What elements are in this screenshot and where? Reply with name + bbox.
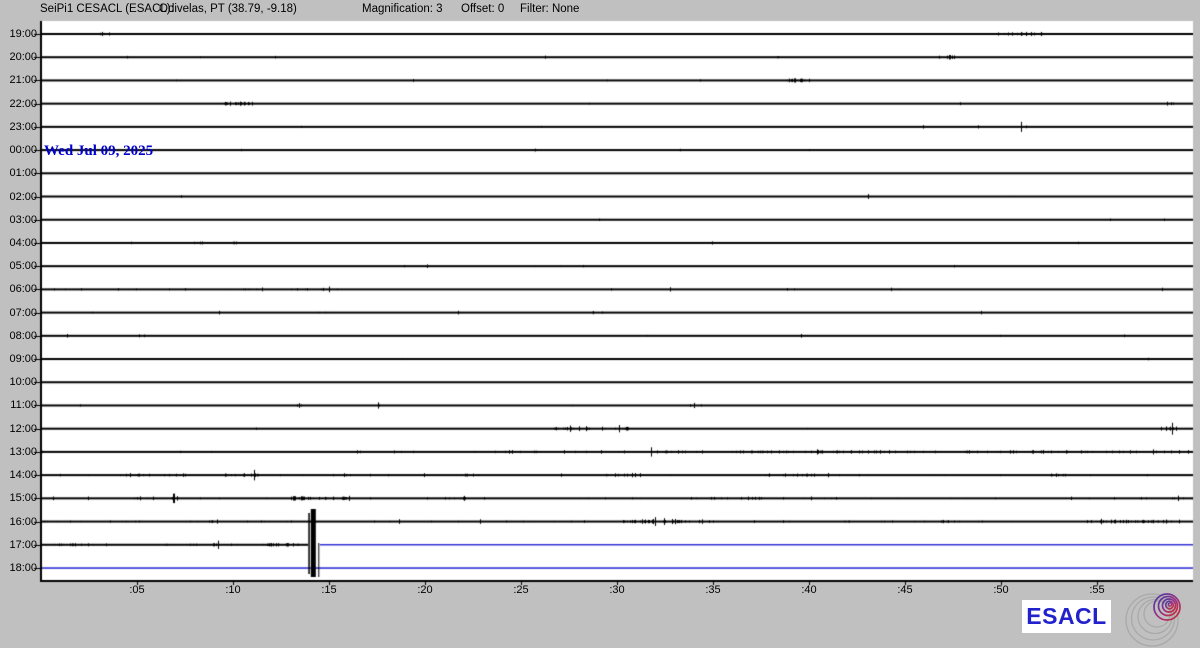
minute-tick-label: :40 bbox=[787, 584, 831, 596]
hour-label: 17:00 bbox=[0, 539, 37, 551]
hour-label: 23:00 bbox=[0, 121, 37, 133]
hour-label: 22:00 bbox=[0, 98, 37, 110]
minute-tick-label: :10 bbox=[211, 584, 255, 596]
minute-tick-label: :50 bbox=[979, 584, 1023, 596]
minute-tick-label: :20 bbox=[403, 584, 447, 596]
hour-label: 11:00 bbox=[0, 399, 37, 411]
logo-esacl: ESACL bbox=[1022, 600, 1111, 633]
hour-label: 08:00 bbox=[0, 330, 37, 342]
minute-tick-label: :45 bbox=[883, 584, 927, 596]
offset-label: Offset: 0 bbox=[461, 3, 504, 15]
hour-label: 04:00 bbox=[0, 237, 37, 249]
hour-label: 19:00 bbox=[0, 28, 37, 40]
date-marker: Wed Jul 09, 2025 bbox=[44, 143, 153, 160]
helicorder-app-window: SeiPi1 CESACL (ESACL): Odivelas, PT (38.… bbox=[0, 0, 1200, 648]
hour-label: 00:00 bbox=[0, 144, 37, 156]
hour-label: 05:00 bbox=[0, 260, 37, 272]
hour-label: 20:00 bbox=[0, 51, 37, 63]
minute-tick-label: :55 bbox=[1075, 584, 1119, 596]
station-location: Odivelas, PT (38.79, -9.18) bbox=[159, 3, 297, 15]
minute-tick-label: :25 bbox=[499, 584, 543, 596]
seismic-spiral-icon bbox=[1122, 589, 1200, 647]
hour-label: 18:00 bbox=[0, 562, 37, 574]
hour-label: 10:00 bbox=[0, 376, 37, 388]
magnification-label: Magnification: 3 bbox=[362, 3, 443, 15]
minute-tick-label: :30 bbox=[595, 584, 639, 596]
hour-label: 03:00 bbox=[0, 214, 37, 226]
minute-tick-label: :15 bbox=[307, 584, 351, 596]
hour-label: 13:00 bbox=[0, 446, 37, 458]
hour-label: 15:00 bbox=[0, 492, 37, 504]
hour-label: 07:00 bbox=[0, 307, 37, 319]
hour-label: 01:00 bbox=[0, 167, 37, 179]
hour-label: 09:00 bbox=[0, 353, 37, 365]
logo-esacl-text: ESACL bbox=[1026, 603, 1106, 630]
minute-tick-label: :05 bbox=[115, 584, 159, 596]
hour-label: 06:00 bbox=[0, 283, 37, 295]
hour-label: 21:00 bbox=[0, 74, 37, 86]
hour-label: 02:00 bbox=[0, 191, 37, 203]
hour-label: 12:00 bbox=[0, 423, 37, 435]
helicorder-plot[interactable] bbox=[0, 0, 1200, 648]
hour-label: 16:00 bbox=[0, 516, 37, 528]
hour-label: 14:00 bbox=[0, 469, 37, 481]
minute-tick-label: :35 bbox=[691, 584, 735, 596]
filter-label: Filter: None bbox=[520, 3, 579, 15]
station-title: SeiPi1 CESACL (ESACL): bbox=[40, 3, 174, 15]
